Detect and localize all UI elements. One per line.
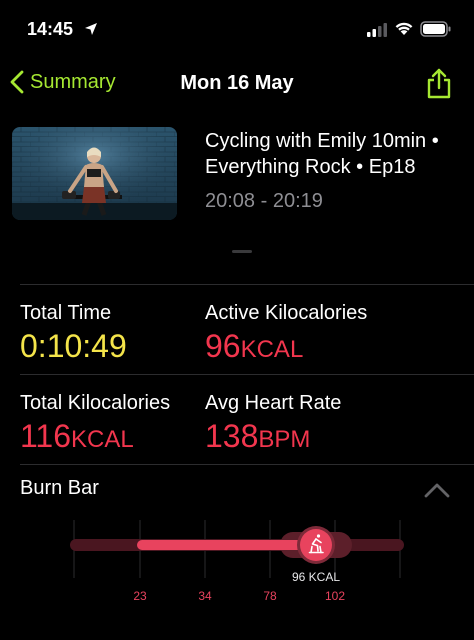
metric-label: Total Time: [20, 302, 112, 324]
chevron-up-icon[interactable]: [424, 482, 450, 498]
metric-active-kcal: Active Kilocalories 96KCAL: [205, 301, 367, 369]
total-time-value: 0:10:49: [20, 328, 127, 364]
workout-title: Cycling with Emily 10min • Everything Ro…: [205, 130, 439, 178]
metric-total-kcal: Total Kilocalories 116KCAL: [20, 391, 170, 459]
active-kcal-value: 96KCAL: [205, 327, 367, 369]
metric-label: Avg Heart Rate: [205, 392, 342, 414]
burn-bar-tick-label: 23: [133, 589, 147, 603]
burn-bar-tick-label: 102: [325, 589, 345, 603]
total-kcal-number: 116: [20, 418, 72, 454]
burn-bar-marker-label: 96 KCAL: [292, 570, 340, 584]
divider: [20, 284, 474, 285]
burn-bar-title: Burn Bar: [20, 477, 99, 499]
divider: [20, 464, 474, 465]
active-kcal-unit: KCAL: [240, 336, 304, 363]
workout-info: Cycling with Emily 10min • Everything Ro…: [205, 128, 465, 214]
location-arrow-icon: [85, 23, 97, 35]
cellular-signal-icon: [367, 23, 387, 37]
status-bar: 14:45: [0, 0, 474, 60]
status-time: 14:45: [27, 19, 74, 39]
burn-bar-tick-label: 34: [198, 589, 212, 603]
avg-heart-rate-number: 138: [205, 418, 259, 454]
metric-label: Total Kilocalories: [20, 392, 171, 414]
metric-total-time: Total Time 0:10:49: [20, 301, 127, 365]
active-kcal-number: 96: [205, 328, 241, 364]
avg-heart-rate-value: 138BPM: [205, 417, 341, 459]
page-title: Mon 16 May: [180, 72, 294, 94]
metric-label: Active Kilocalories: [205, 302, 368, 324]
scroll-indicator: [232, 250, 252, 253]
workout-time-range: 20:08 - 20:19: [205, 190, 323, 212]
burn-bar-fill: [137, 540, 302, 550]
wifi-icon: [395, 22, 413, 35]
divider: [20, 374, 474, 375]
burn-bar-chart: 96 KCAL 23 34 78 102: [0, 510, 474, 620]
battery-icon: [420, 21, 451, 37]
avg-heart-rate-unit: BPM: [258, 426, 311, 453]
navigation-bar: Summary Mon 16 May: [0, 60, 474, 110]
burn-bar-tick-label: 78: [263, 589, 277, 603]
workout-thumbnail[interactable]: [12, 127, 177, 220]
total-kcal-unit: KCAL: [71, 426, 134, 453]
share-icon[interactable]: [425, 68, 453, 100]
total-kcal-value: 116KCAL: [20, 417, 170, 459]
metric-avg-heart-rate: Avg Heart Rate 138BPM: [205, 391, 341, 459]
